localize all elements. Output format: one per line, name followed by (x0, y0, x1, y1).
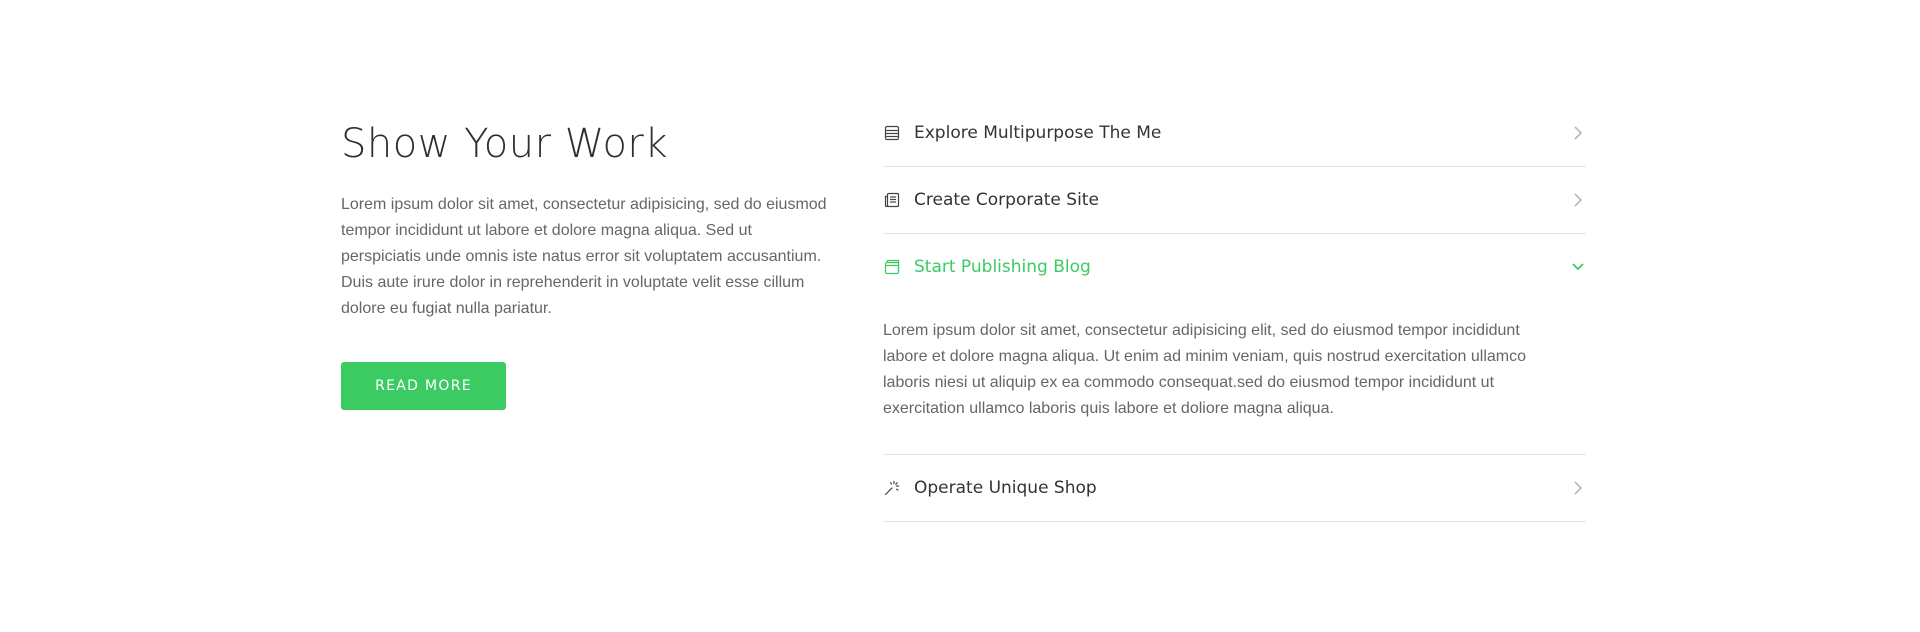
accordion-content-line: labore et dolore magna aliqua. Ut enim a… (883, 348, 1526, 365)
accordion-item-corporate: Create Corporate Site (883, 167, 1586, 234)
accordion-label-corporate: Create Corporate Site (914, 190, 1099, 210)
chevron-right-icon (1570, 479, 1586, 497)
accordion-content-line: Lorem ipsum dolor sit amet, consectetur … (883, 322, 1520, 339)
window-icon (883, 258, 901, 276)
accordion-label-explore: Explore Multipurpose The Me (914, 123, 1162, 143)
section-title: Show Your Work (341, 121, 669, 167)
newspaper-icon (883, 191, 901, 209)
accordion-header-explore[interactable]: Explore Multipurpose The Me (883, 100, 1586, 166)
chevron-right-icon (1570, 124, 1586, 142)
intro-block: Show Your Work Lorem ipsum dolor sit ame… (341, 116, 831, 410)
accordion-item-shop: Operate Unique Shop (883, 455, 1586, 522)
accordion-header-corporate[interactable]: Create Corporate Site (883, 167, 1586, 233)
intro-text: Lorem ipsum dolor sit amet, consectetur … (341, 192, 831, 322)
accordion-content-line: laboris niesi ut aliquip ex ea commodo c… (883, 374, 1495, 391)
intro-paragraph-1: Lorem ipsum dolor sit amet, consectetur … (341, 196, 827, 265)
accordion-header-blog[interactable]: Start Publishing Blog (883, 234, 1586, 300)
accordion-label-blog: Start Publishing Blog (914, 257, 1091, 277)
read-more-button[interactable]: READ MORE (341, 362, 506, 410)
accordion-item-blog: Start Publishing Blog Lorem ipsum dolor … (883, 234, 1586, 455)
accordion-content-line: exercitation ullamco laboris quis labore… (883, 400, 1334, 417)
accordion: Explore Multipurpose The Me Create Corpo… (883, 100, 1586, 522)
chevron-right-icon (1570, 191, 1586, 209)
server-icon (883, 124, 901, 142)
accordion-item-explore: Explore Multipurpose The Me (883, 100, 1586, 167)
magic-wand-icon (883, 479, 901, 497)
accordion-content-blog: Lorem ipsum dolor sit amet, consectetur … (883, 300, 1586, 454)
intro-paragraph-2: Duis aute irure dolor in reprehenderit i… (341, 274, 805, 317)
chevron-down-icon (1570, 258, 1586, 276)
accordion-header-shop[interactable]: Operate Unique Shop (883, 455, 1586, 521)
accordion-label-shop: Operate Unique Shop (914, 478, 1097, 498)
